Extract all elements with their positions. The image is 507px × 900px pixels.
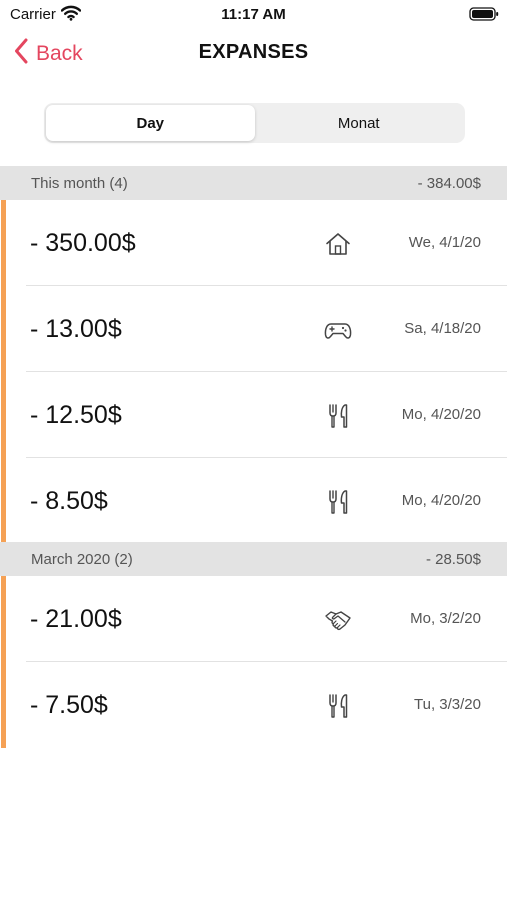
section-title: This month (4) bbox=[31, 174, 128, 192]
navigation-bar: Back EXPANSES bbox=[0, 30, 507, 76]
expense-date: Sa, 4/18/20 bbox=[404, 320, 481, 337]
page-title: EXPANSES bbox=[198, 41, 309, 63]
cutlery-icon bbox=[324, 692, 352, 720]
expense-date: We, 4/1/20 bbox=[408, 234, 481, 251]
expense-date: Tu, 3/3/20 bbox=[414, 696, 481, 713]
handshake-icon bbox=[324, 606, 352, 634]
expense-amount: - 13.00$ bbox=[30, 315, 122, 343]
battery-icon bbox=[469, 6, 499, 27]
section-total: - 384.00$ bbox=[417, 174, 481, 192]
expense-amount: - 21.00$ bbox=[30, 605, 122, 633]
expense-date: Mo, 4/20/20 bbox=[401, 492, 481, 509]
status-time: 11:17 AM bbox=[221, 6, 286, 23]
section-title: March 2020 (2) bbox=[31, 550, 133, 568]
cutlery-icon bbox=[324, 488, 352, 516]
gamepad-icon bbox=[324, 316, 352, 344]
segment-monat[interactable]: Monat bbox=[255, 105, 464, 141]
expense-row[interactable]: - 350.00$ We, 4/1/20 bbox=[26, 200, 507, 286]
home-icon bbox=[324, 230, 352, 258]
expense-row[interactable]: - 12.50$ Mo, 4/20/20 bbox=[26, 372, 507, 458]
period-segmented-control: Day Monat bbox=[44, 103, 465, 143]
expense-amount: - 350.00$ bbox=[30, 229, 136, 257]
expense-row[interactable]: - 13.00$ Sa, 4/18/20 bbox=[26, 286, 507, 372]
expense-date: Mo, 3/2/20 bbox=[410, 610, 481, 627]
expense-row[interactable]: - 7.50$ Tu, 3/3/20 bbox=[26, 662, 507, 748]
timeline-accent-bar bbox=[1, 576, 6, 748]
expense-amount: - 8.50$ bbox=[30, 487, 108, 515]
section-total: - 28.50$ bbox=[425, 550, 481, 568]
expense-date: Mo, 4/20/20 bbox=[401, 406, 481, 423]
status-bar: Carrier 11:17 AM bbox=[0, 0, 507, 30]
section-header-this-month: This month (4) - 384.00$ bbox=[0, 166, 507, 200]
section-header-march-2020: March 2020 (2) - 28.50$ bbox=[0, 542, 507, 576]
expense-amount: - 12.50$ bbox=[30, 401, 122, 429]
segment-day[interactable]: Day bbox=[46, 105, 255, 141]
timeline-accent-bar bbox=[1, 200, 6, 542]
cutlery-icon bbox=[324, 402, 352, 430]
expense-amount: - 7.50$ bbox=[30, 691, 108, 719]
expense-row[interactable]: - 8.50$ Mo, 4/20/20 bbox=[26, 458, 507, 544]
expense-row[interactable]: - 21.00$ Mo, 3/2/20 bbox=[26, 576, 507, 662]
